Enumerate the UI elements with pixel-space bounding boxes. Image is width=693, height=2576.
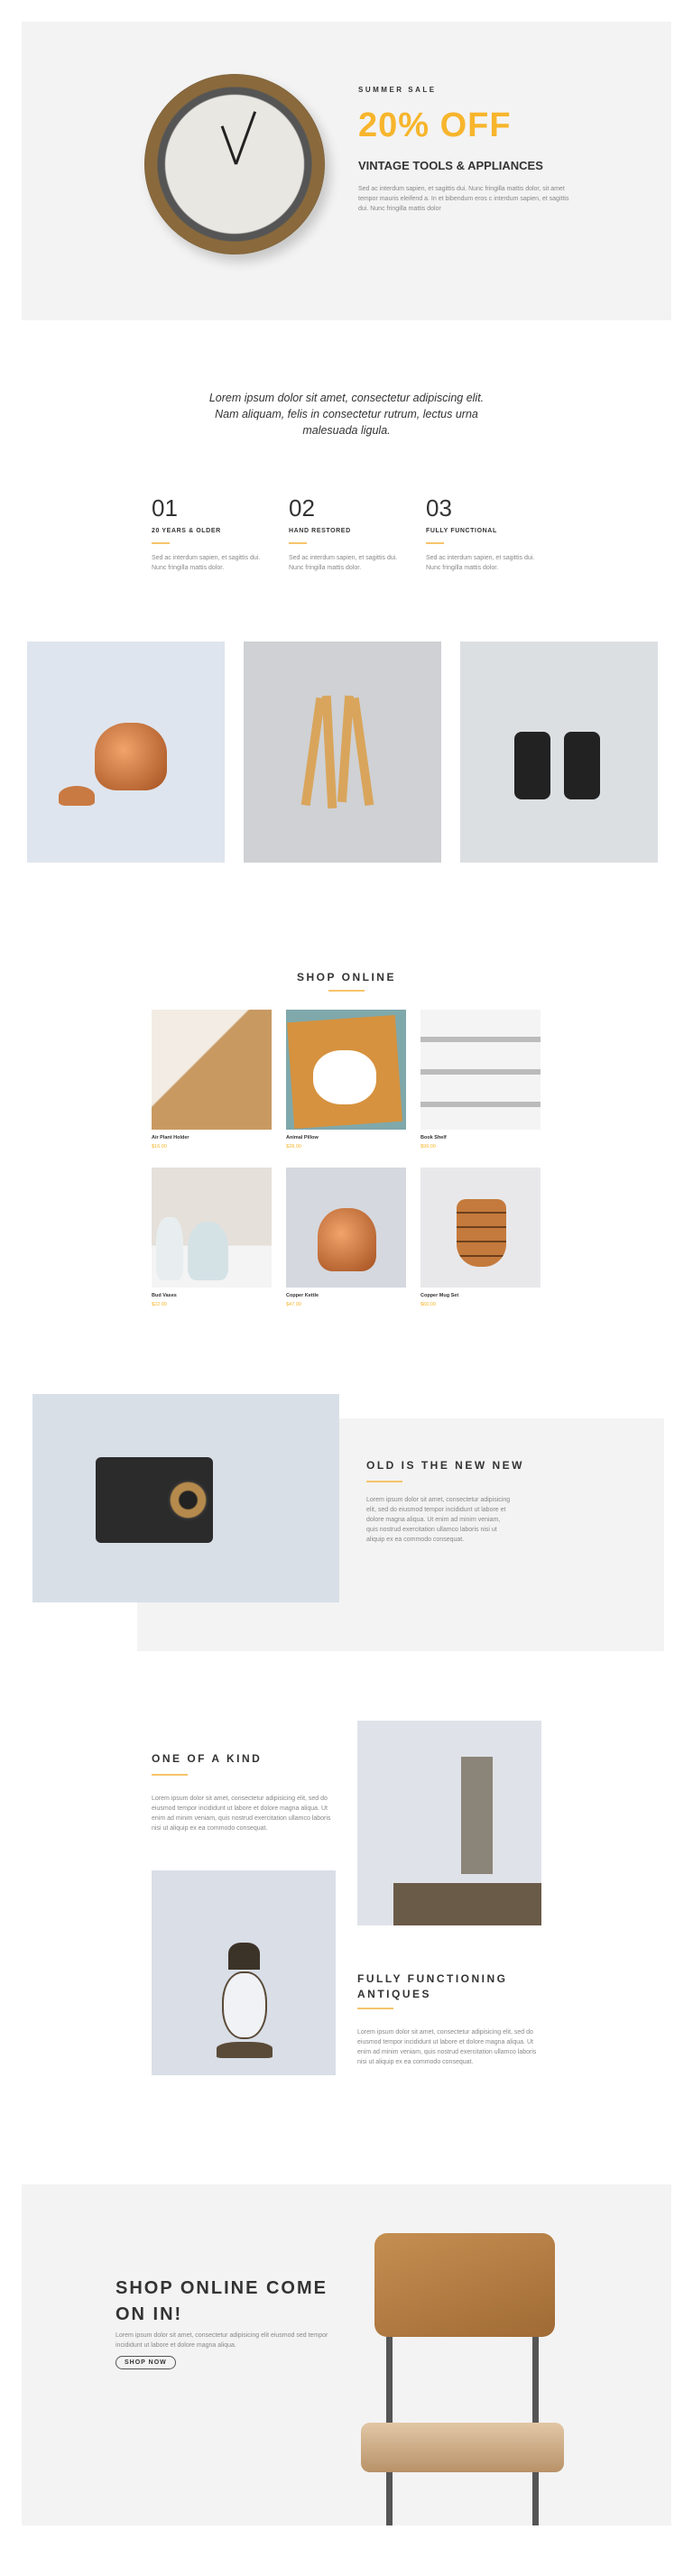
feature-item: 01 20 YEARS & OLDER Sed ac interdum sapi… [152, 494, 269, 573]
feature-text: Sed ac interdum sapien, et sagittis dui.… [152, 555, 261, 571]
product-price: $99.00 [420, 1144, 436, 1150]
shop-title: SHOP ONLINE [297, 971, 396, 983]
product-name[interactable]: Bud Vases [152, 1293, 272, 1298]
hero-banner [22, 22, 671, 320]
feature-title: FULLY FUNCTIONAL [426, 528, 497, 534]
product-name[interactable]: Book Shelf [420, 1135, 541, 1140]
feature-text: Sed ac interdum sapien, et sagittis dui.… [289, 555, 398, 571]
feature-title: 20 YEARS & OLDER [152, 528, 221, 534]
product-card[interactable]: Air Plant Holder $16.00 [152, 1010, 272, 1150]
product-name[interactable]: Air Plant Holder [152, 1135, 272, 1140]
feature-text: Sed ac interdum sapien, et sagittis dui.… [426, 555, 535, 571]
binoculars-image [460, 642, 658, 863]
accent-divider [328, 990, 365, 992]
feature-number: 02 [289, 494, 315, 522]
one-kind-body: Lorem ipsum dolor sit amet, consectetur … [152, 1796, 331, 1832]
hero-body: Sed ac interdum sapien, et sagittis dui.… [358, 186, 569, 212]
cta-section [22, 2184, 671, 2525]
hero-subtitle: VINTAGE TOOLS & APPLIANCES [358, 159, 543, 172]
antiques-body: Lorem ipsum dolor sit amet, consectetur … [357, 2029, 537, 2065]
product-price: $28.00 [286, 1144, 301, 1150]
accent-divider [152, 1774, 188, 1776]
one-kind-title: ONE OF A KIND [152, 1752, 263, 1765]
kettle-image[interactable] [286, 1168, 406, 1288]
product-card[interactable]: Copper Mug Set $60.00 [420, 1168, 541, 1307]
copper-kettle-image [27, 642, 225, 863]
feature-item: 02 HAND RESTORED Sed ac interdum sapien,… [289, 494, 406, 573]
cta-body: Lorem ipsum dolor sit amet, consectetur … [116, 2332, 328, 2349]
product-price: $47.00 [286, 1302, 301, 1307]
folding-ruler-image [244, 642, 441, 863]
product-card[interactable]: Bud Vases $22.00 [152, 1168, 272, 1307]
product-name[interactable]: Copper Mug Set [420, 1293, 541, 1298]
accent-divider [366, 1481, 402, 1482]
old-new-title: OLD IS THE NEW NEW [366, 1459, 524, 1472]
sewing-machine-image [357, 1721, 541, 1925]
hero-eyebrow: SUMMER SALE [358, 86, 437, 94]
pillow-image[interactable] [286, 1010, 406, 1130]
product-card[interactable]: Book Shelf $99.00 [420, 1010, 541, 1150]
antiques-title: FULLY FUNCTIONING ANTIQUES [357, 1972, 508, 2000]
feature-number: 01 [152, 494, 178, 522]
intro-quote: Lorem ipsum dolor sit amet, consectetur … [208, 392, 485, 437]
feature-number: 03 [426, 494, 452, 522]
old-new-body: Lorem ipsum dolor sit amet, consectetur … [366, 1497, 511, 1543]
product-price: $16.00 [152, 1144, 167, 1150]
air-plant-image[interactable] [152, 1010, 272, 1130]
mugs-image[interactable] [420, 1168, 541, 1288]
wooden-stool-image [361, 2233, 564, 2525]
product-card[interactable]: Animal Pillow $28.00 [286, 1010, 406, 1150]
folding-camera-image [32, 1394, 339, 1602]
hero-headline: 20% OFF [358, 106, 512, 144]
lantern-image [152, 1870, 336, 2075]
product-price: $22.00 [152, 1302, 167, 1307]
accent-divider [152, 542, 170, 544]
product-name[interactable]: Copper Kettle [286, 1293, 406, 1298]
shop-now-button[interactable]: SHOP NOW [116, 2356, 176, 2369]
feature-item: 03 FULLY FUNCTIONAL Sed ac interdum sapi… [426, 494, 543, 573]
accent-divider [289, 542, 307, 544]
shelf-image[interactable] [420, 1010, 541, 1130]
vases-image[interactable] [152, 1168, 272, 1288]
accent-divider [426, 542, 444, 544]
product-price: $60.00 [420, 1302, 436, 1307]
feature-title: HAND RESTORED [289, 528, 351, 534]
product-name[interactable]: Animal Pillow [286, 1135, 406, 1140]
product-card[interactable]: Copper Kettle $47.00 [286, 1168, 406, 1307]
accent-divider [357, 2008, 393, 2009]
cta-title: SHOP ONLINE COME ON IN! [116, 2278, 328, 2324]
wall-clock-image [144, 74, 325, 254]
